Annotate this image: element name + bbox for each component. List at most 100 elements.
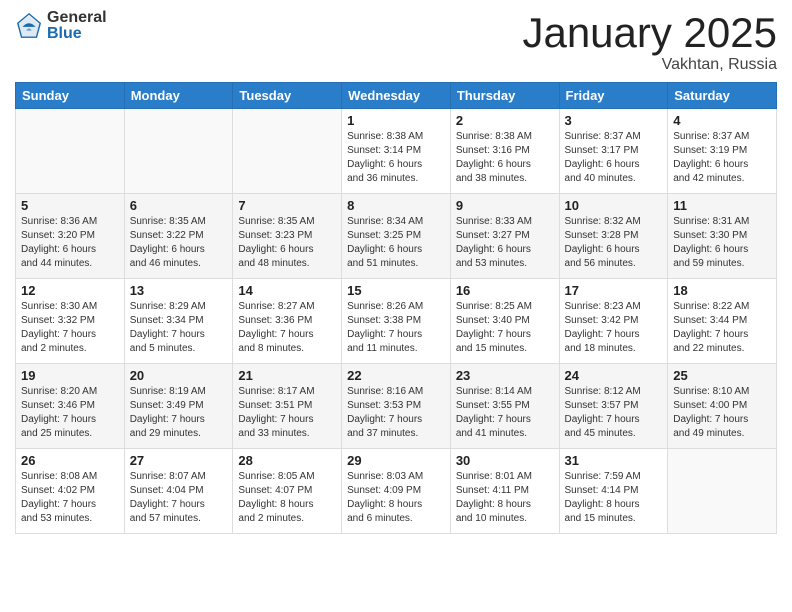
day-info: Sunrise: 8:03 AM Sunset: 4:09 PM Dayligh… [347, 470, 445, 526]
day-info: Sunrise: 8:22 AM Sunset: 3:44 PM Dayligh… [673, 300, 771, 356]
day-number: 4 [673, 113, 771, 128]
weekday-wednesday: Wednesday [342, 83, 451, 109]
calendar-cell-w4-d6 [668, 449, 777, 534]
calendar-cell-w3-d1: 20Sunrise: 8:19 AM Sunset: 3:49 PM Dayli… [124, 364, 233, 449]
day-number: 10 [565, 198, 663, 213]
calendar-cell-w3-d2: 21 Sunrise: 8:17 AM Sunset: 3:51 PM Dayli… [233, 364, 342, 449]
month-title: January 2025 [522, 10, 777, 56]
day-number: 3 [565, 113, 663, 128]
day-info: Sunrise: 8:37 AM Sunset: 3:19 PM Dayligh… [673, 130, 771, 186]
weekday-thursday: Thursday [450, 83, 559, 109]
weekday-header-row: Sunday Monday Tuesday Wednesday Thursday… [16, 83, 777, 109]
calendar-cell-w4-d4: 30 Sunrise: 8:01 AM Sunset: 4:11 PM Dayli… [450, 449, 559, 534]
day-number: 25 [673, 368, 771, 383]
day-info: Sunrise: 7:59 AM Sunset: 4:14 PM Dayligh… [565, 470, 663, 526]
weekday-saturday: Saturday [668, 83, 777, 109]
day-info: Sunrise: 8:12 AM Sunset: 3:57 PM Dayligh… [565, 385, 663, 441]
day-number: 11 [673, 198, 771, 213]
day-number: 17 [565, 283, 663, 298]
calendar-cell-w2-d0: 12 Sunrise: 8:30 AM Sunset: 3:32 PM Dayli… [16, 279, 125, 364]
day-number: 6 [130, 198, 228, 213]
calendar-cell-w0-d1 [124, 109, 233, 194]
day-number: 31 [565, 453, 663, 468]
day-number: 15 [347, 283, 445, 298]
weekday-monday: Monday [124, 83, 233, 109]
calendar-week-row-2: 12 Sunrise: 8:30 AM Sunset: 3:32 PM Dayli… [16, 279, 777, 364]
calendar-cell-w4-d3: 29Sunrise: 8:03 AM Sunset: 4:09 PM Dayli… [342, 449, 451, 534]
day-number: 16 [456, 283, 554, 298]
day-number: 1 [347, 113, 445, 128]
day-info: Sunrise: 8:07 AM Sunset: 4:04 PM Dayligh… [130, 470, 228, 526]
calendar-cell-w4-d1: 27 Sunrise: 8:07 AM Sunset: 4:04 PM Dayli… [124, 449, 233, 534]
calendar-cell-w1-d0: 5 Sunrise: 8:36 AM Sunset: 3:20 PM Daylig… [16, 194, 125, 279]
day-number: 14 [238, 283, 336, 298]
day-info: Sunrise: 8:35 AM Sunset: 3:23 PM Dayligh… [238, 215, 336, 271]
day-info: Sunrise: 8:38 AM Sunset: 3:16 PM Dayligh… [456, 130, 554, 186]
day-number: 21 [238, 368, 336, 383]
calendar-cell-w3-d5: 24Sunrise: 8:12 AM Sunset: 3:57 PM Dayli… [559, 364, 668, 449]
calendar-cell-w0-d3: 1Sunrise: 8:38 AM Sunset: 3:14 PM Daylig… [342, 109, 451, 194]
calendar-cell-w0-d0 [16, 109, 125, 194]
calendar-cell-w0-d5: 3 Sunrise: 8:37 AM Sunset: 3:17 PM Daylig… [559, 109, 668, 194]
day-info: Sunrise: 8:37 AM Sunset: 3:17 PM Dayligh… [565, 130, 663, 186]
day-info: Sunrise: 8:10 AM Sunset: 4:00 PM Dayligh… [673, 385, 771, 441]
day-number: 7 [238, 198, 336, 213]
calendar-cell-w2-d3: 15 Sunrise: 8:26 AM Sunset: 3:38 PM Dayli… [342, 279, 451, 364]
day-number: 5 [21, 198, 119, 213]
day-info: Sunrise: 8:16 AM Sunset: 3:53 PM Dayligh… [347, 385, 445, 441]
logo: General Blue [15, 10, 107, 42]
calendar-cell-w1-d6: 11 Sunrise: 8:31 AM Sunset: 3:30 PM Dayli… [668, 194, 777, 279]
day-number: 18 [673, 283, 771, 298]
calendar-cell-w2-d5: 17Sunrise: 8:23 AM Sunset: 3:42 PM Dayli… [559, 279, 668, 364]
calendar-week-row-3: 19 Sunrise: 8:20 AM Sunset: 3:46 PM Dayli… [16, 364, 777, 449]
day-number: 28 [238, 453, 336, 468]
day-info: Sunrise: 8:33 AM Sunset: 3:27 PM Dayligh… [456, 215, 554, 271]
calendar-cell-w4-d5: 31 Sunrise: 7:59 AM Sunset: 4:14 PM Dayli… [559, 449, 668, 534]
logo-general-text: General [47, 10, 107, 26]
day-info: Sunrise: 8:32 AM Sunset: 3:28 PM Dayligh… [565, 215, 663, 271]
day-info: Sunrise: 8:35 AM Sunset: 3:22 PM Dayligh… [130, 215, 228, 271]
calendar-cell-w2-d4: 16Sunrise: 8:25 AM Sunset: 3:40 PM Dayli… [450, 279, 559, 364]
day-info: Sunrise: 8:01 AM Sunset: 4:11 PM Dayligh… [456, 470, 554, 526]
page: General Blue January 2025 Vakhtan, Russi… [0, 0, 792, 612]
day-info: Sunrise: 8:19 AM Sunset: 3:49 PM Dayligh… [130, 385, 228, 441]
logo-icon [15, 12, 43, 40]
day-info: Sunrise: 8:34 AM Sunset: 3:25 PM Dayligh… [347, 215, 445, 271]
day-info: Sunrise: 8:26 AM Sunset: 3:38 PM Dayligh… [347, 300, 445, 356]
calendar-cell-w3-d0: 19 Sunrise: 8:20 AM Sunset: 3:46 PM Dayli… [16, 364, 125, 449]
calendar-cell-w1-d5: 10 Sunrise: 8:32 AM Sunset: 3:28 PM Dayli… [559, 194, 668, 279]
day-number: 30 [456, 453, 554, 468]
weekday-friday: Friday [559, 83, 668, 109]
title-block: January 2025 Vakhtan, Russia [522, 10, 777, 74]
weekday-sunday: Sunday [16, 83, 125, 109]
day-info: Sunrise: 8:30 AM Sunset: 3:32 PM Dayligh… [21, 300, 119, 356]
calendar-cell-w4-d2: 28Sunrise: 8:05 AM Sunset: 4:07 PM Dayli… [233, 449, 342, 534]
day-number: 9 [456, 198, 554, 213]
calendar-cell-w1-d3: 8Sunrise: 8:34 AM Sunset: 3:25 PM Daylig… [342, 194, 451, 279]
calendar-cell-w0-d6: 4 Sunrise: 8:37 AM Sunset: 3:19 PM Daylig… [668, 109, 777, 194]
calendar-cell-w2-d6: 18 Sunrise: 8:22 AM Sunset: 3:44 PM Dayli… [668, 279, 777, 364]
day-number: 27 [130, 453, 228, 468]
calendar-cell-w3-d3: 22 Sunrise: 8:16 AM Sunset: 3:53 PM Dayli… [342, 364, 451, 449]
calendar-cell-w0-d4: 2 Sunrise: 8:38 AM Sunset: 3:16 PM Daylig… [450, 109, 559, 194]
day-number: 22 [347, 368, 445, 383]
calendar-cell-w3-d4: 23Sunrise: 8:14 AM Sunset: 3:55 PM Dayli… [450, 364, 559, 449]
day-number: 13 [130, 283, 228, 298]
logo-blue-text: Blue [47, 26, 107, 42]
calendar: Sunday Monday Tuesday Wednesday Thursday… [15, 82, 777, 534]
day-info: Sunrise: 8:14 AM Sunset: 3:55 PM Dayligh… [456, 385, 554, 441]
calendar-cell-w0-d2 [233, 109, 342, 194]
day-info: Sunrise: 8:17 AM Sunset: 3:51 PM Dayligh… [238, 385, 336, 441]
day-info: Sunrise: 8:29 AM Sunset: 3:34 PM Dayligh… [130, 300, 228, 356]
day-number: 12 [21, 283, 119, 298]
calendar-week-row-0: 1Sunrise: 8:38 AM Sunset: 3:14 PM Daylig… [16, 109, 777, 194]
day-info: Sunrise: 8:08 AM Sunset: 4:02 PM Dayligh… [21, 470, 119, 526]
day-info: Sunrise: 8:27 AM Sunset: 3:36 PM Dayligh… [238, 300, 336, 356]
day-info: Sunrise: 8:36 AM Sunset: 3:20 PM Dayligh… [21, 215, 119, 271]
day-number: 2 [456, 113, 554, 128]
day-number: 19 [21, 368, 119, 383]
day-info: Sunrise: 8:31 AM Sunset: 3:30 PM Dayligh… [673, 215, 771, 271]
calendar-cell-w1-d1: 6 Sunrise: 8:35 AM Sunset: 3:22 PM Daylig… [124, 194, 233, 279]
day-info: Sunrise: 8:20 AM Sunset: 3:46 PM Dayligh… [21, 385, 119, 441]
calendar-cell-w4-d0: 26Sunrise: 8:08 AM Sunset: 4:02 PM Dayli… [16, 449, 125, 534]
